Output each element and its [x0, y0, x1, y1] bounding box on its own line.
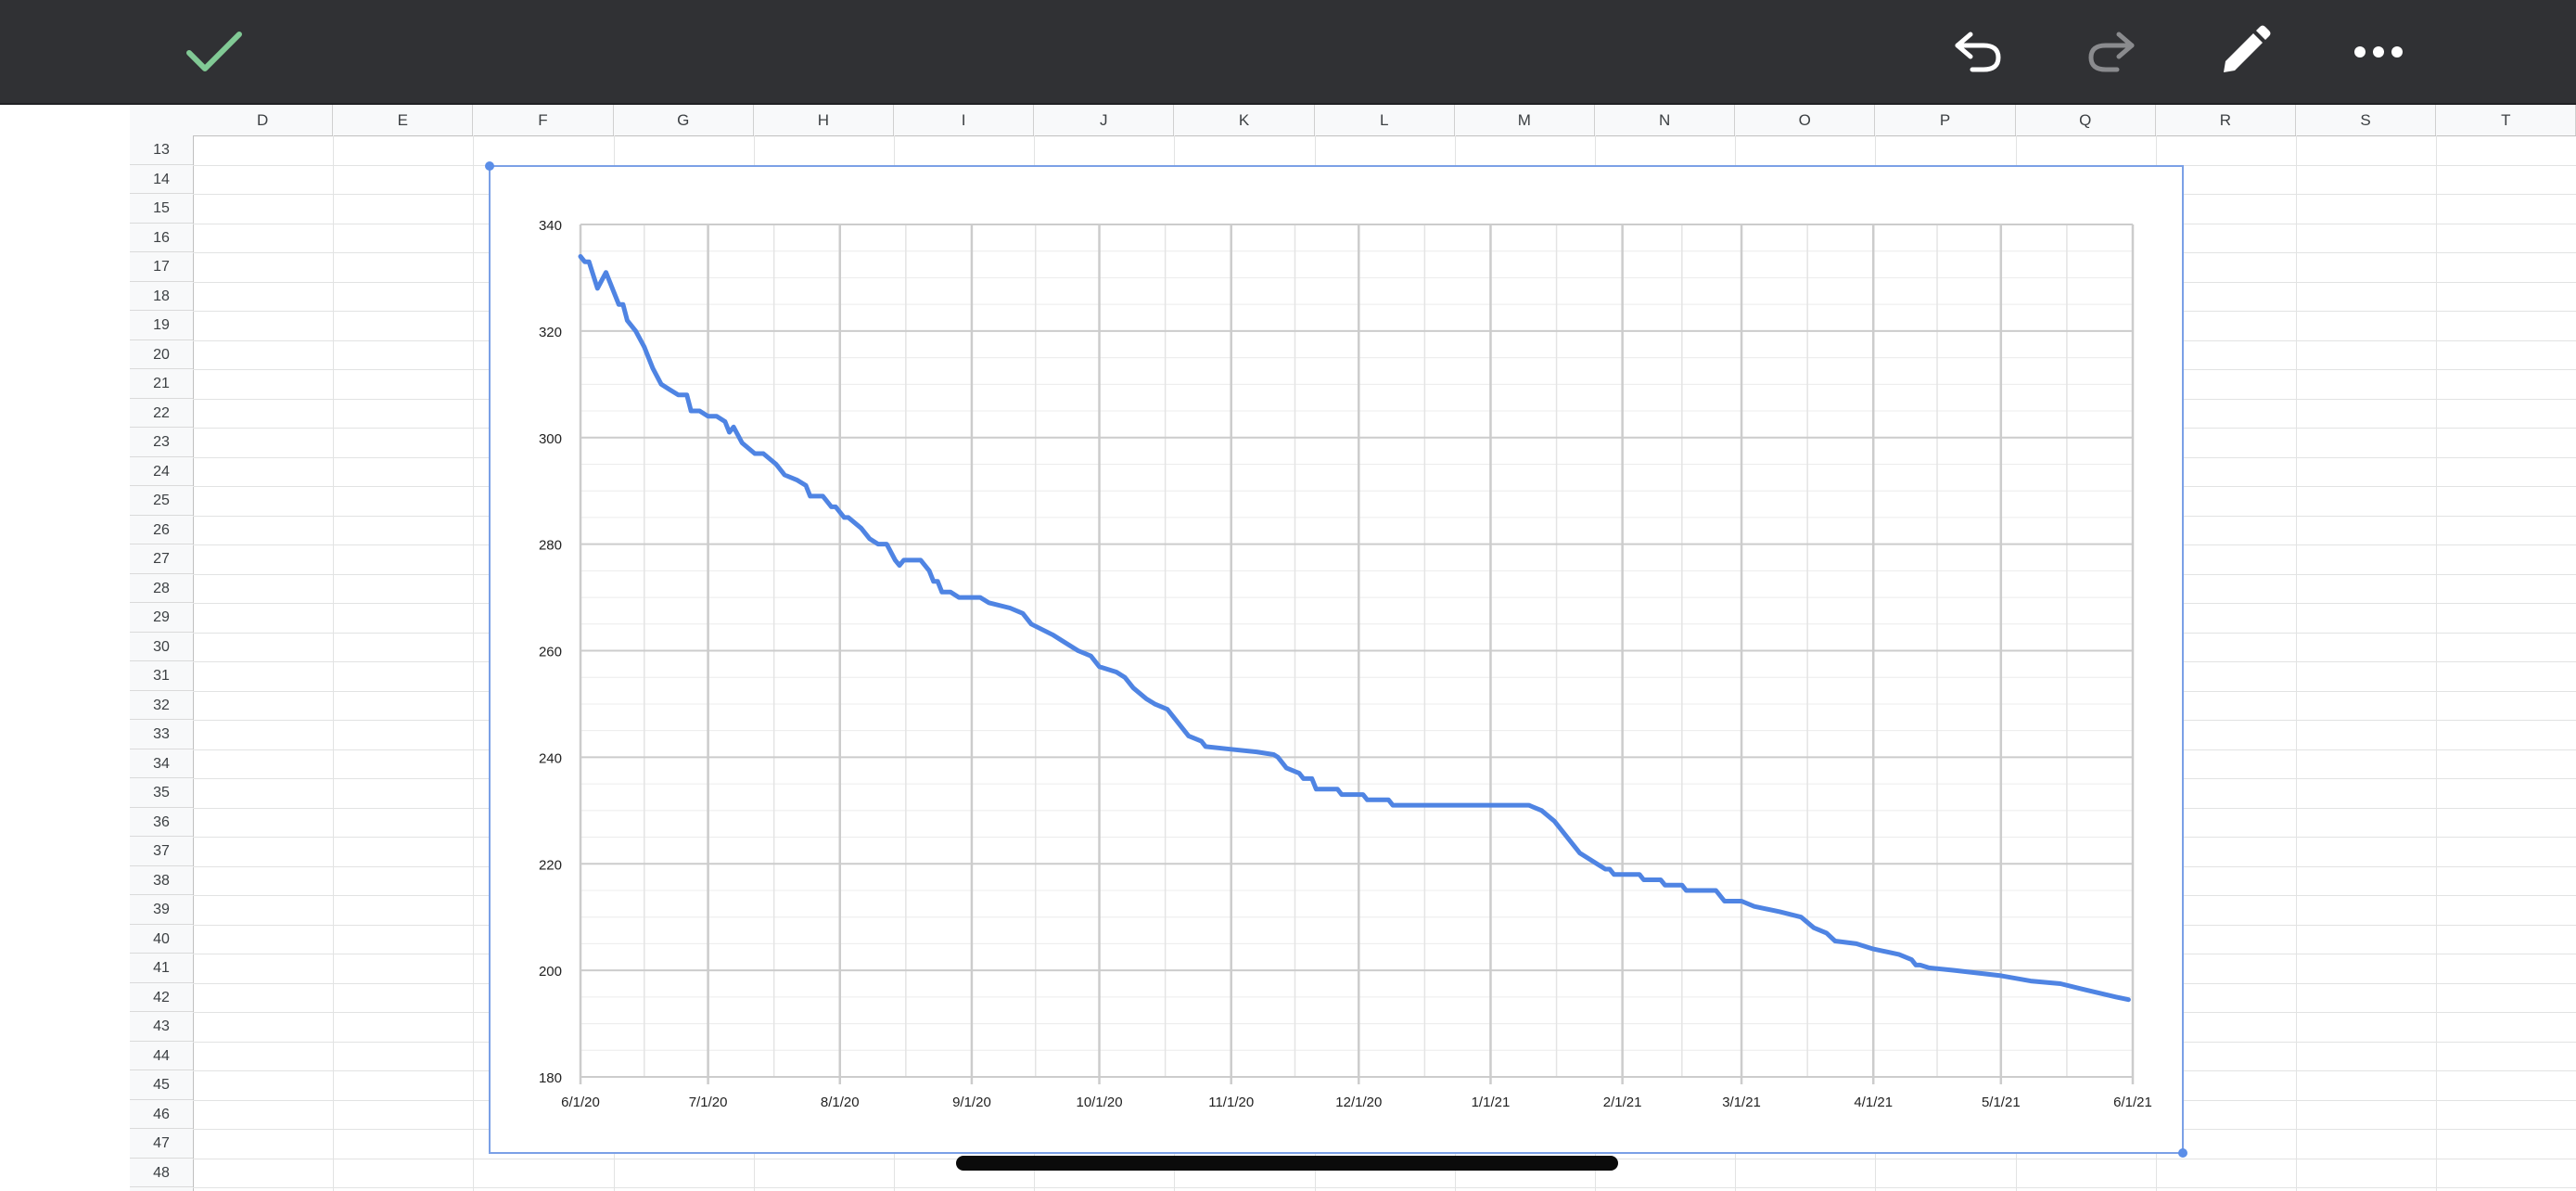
row-header[interactable]: 26: [130, 516, 193, 544]
y-tick-label: 240: [539, 750, 562, 766]
row-header[interactable]: 33: [130, 720, 193, 749]
row-header[interactable]: 21: [130, 369, 193, 399]
row-header[interactable]: 43: [130, 1012, 193, 1042]
row-headers: 13 14 15 16 17 18 19 20 21 22 23 24 25 26 27 28 29 30 31 32…: [130, 135, 194, 1191]
y-tick-label: 320: [539, 325, 562, 340]
row-header[interactable]: 37: [130, 837, 193, 866]
home-indicator: [956, 1156, 1618, 1171]
row-header[interactable]: 14: [130, 165, 193, 194]
column-header[interactable]: O: [1735, 105, 1876, 135]
x-tick-label: 6/1/20: [561, 1095, 600, 1110]
column-header[interactable]: N: [1595, 105, 1736, 135]
row-header[interactable]: 13: [130, 135, 193, 165]
column-header[interactable]: P: [1875, 105, 2016, 135]
x-tick-label: 8/1/20: [821, 1095, 860, 1110]
top-toolbar: [0, 0, 2576, 105]
redo-icon[interactable]: [2080, 20, 2143, 83]
undo-icon[interactable]: [1946, 20, 2009, 83]
column-header[interactable]: J: [1034, 105, 1175, 135]
x-tick-label: 6/1/21: [2113, 1095, 2152, 1110]
row-header[interactable]: 16: [130, 224, 193, 252]
y-tick-label: 340: [539, 218, 562, 234]
resize-handle-bottom-right[interactable]: [2178, 1148, 2187, 1158]
y-tick-label: 220: [539, 857, 562, 873]
row-header[interactable]: 18: [130, 282, 193, 311]
column-header[interactable]: R: [2156, 105, 2296, 135]
chart-object[interactable]: 180 200 220 240 260 280 300 320 340 6/1/20 7/1/20 8…: [485, 161, 2187, 1158]
row-header[interactable]: 23: [130, 428, 193, 457]
column-header[interactable]: F: [473, 105, 614, 135]
column-header[interactable]: E: [333, 105, 474, 135]
row-header[interactable]: 39: [130, 895, 193, 925]
x-tick-label: 9/1/20: [952, 1095, 991, 1110]
y-tick-label: 260: [539, 645, 562, 660]
y-tick-label: 280: [539, 538, 562, 554]
row-header[interactable]: 25: [130, 486, 193, 516]
more-horizontal-icon[interactable]: [2347, 20, 2410, 83]
row-header[interactable]: 45: [130, 1070, 193, 1100]
row-header[interactable]: 35: [130, 778, 193, 808]
row-header[interactable]: 19: [130, 311, 193, 340]
x-tick-label: 4/1/21: [1854, 1095, 1893, 1110]
x-tick-label: 12/1/20: [1335, 1095, 1382, 1110]
row-header[interactable]: 22: [130, 399, 193, 428]
column-header[interactable]: M: [1455, 105, 1595, 135]
x-tick-label: 10/1/20: [1077, 1095, 1123, 1110]
x-tick-label: 7/1/20: [689, 1095, 728, 1110]
x-tick-label: 5/1/21: [1982, 1095, 2021, 1110]
row-header[interactable]: 48: [130, 1159, 193, 1187]
row-header[interactable]: 46: [130, 1100, 193, 1129]
row-header[interactable]: 41: [130, 954, 193, 983]
row-header[interactable]: 27: [130, 544, 193, 574]
column-header[interactable]: L: [1315, 105, 1455, 135]
row-header[interactable]: 44: [130, 1042, 193, 1070]
row-header[interactable]: 24: [130, 457, 193, 486]
column-headers: DEFGHIJKLMNOPQRST: [130, 105, 2576, 136]
row-header[interactable]: 38: [130, 866, 193, 895]
column-header[interactable]: H: [754, 105, 894, 135]
y-tick-label: 180: [539, 1070, 562, 1086]
row-header[interactable]: 40: [130, 925, 193, 954]
line-chart: 180 200 220 240 260 280 300 320 340 6/1/20 7/1/20 8…: [539, 218, 2152, 1110]
row-header[interactable]: 30: [130, 633, 193, 661]
column-header[interactable]: I: [894, 105, 1035, 135]
column-header[interactable]: Q: [2016, 105, 2156, 135]
row-header[interactable]: 28: [130, 574, 193, 603]
column-header[interactable]: S: [2296, 105, 2437, 135]
column-header[interactable]: T: [2436, 105, 2576, 135]
row-header[interactable]: 42: [130, 983, 193, 1012]
row-header[interactable]: 47: [130, 1129, 193, 1159]
column-header[interactable]: K: [1174, 105, 1315, 135]
x-tick-label: 1/1/21: [1472, 1095, 1511, 1110]
row-header[interactable]: 32: [130, 691, 193, 720]
row-header[interactable]: 15: [130, 194, 193, 224]
y-tick-label: 200: [539, 964, 562, 980]
row-header[interactable]: 34: [130, 749, 193, 778]
row-header[interactable]: 17: [130, 252, 193, 282]
checkmark-icon[interactable]: [183, 20, 246, 83]
column-header[interactable]: D: [193, 105, 334, 135]
y-tick-label: 300: [539, 431, 562, 447]
x-tick-label: 2/1/21: [1603, 1095, 1642, 1110]
row-header[interactable]: 29: [130, 603, 193, 633]
x-tick-label: 3/1/21: [1722, 1095, 1761, 1110]
row-header[interactable]: 31: [130, 661, 193, 691]
series-line: [578, 254, 2131, 1003]
x-tick-label: 11/1/20: [1208, 1095, 1254, 1110]
resize-handle-top-left[interactable]: [485, 161, 494, 171]
column-header[interactable]: G: [614, 105, 754, 135]
pencil-icon[interactable]: [2213, 20, 2276, 83]
row-header[interactable]: 36: [130, 808, 193, 837]
row-header[interactable]: 20: [130, 340, 193, 369]
